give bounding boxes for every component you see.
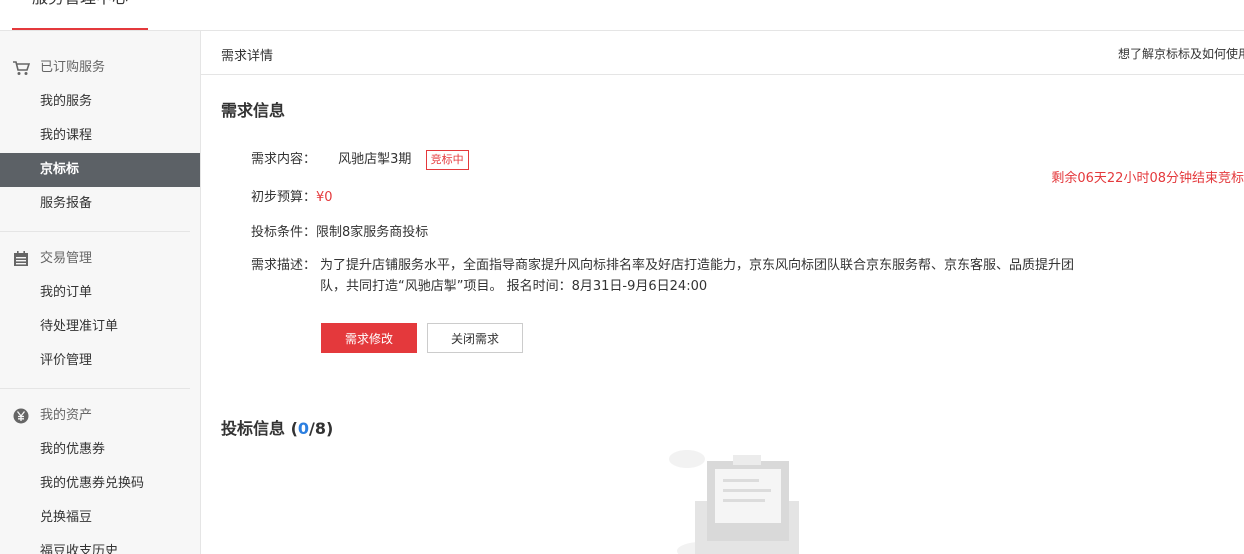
condition-row: 投标条件：限制8家服务商投标 <box>251 221 428 240</box>
content-row: 需求内容： 风驰店掣3期 竞标中 <box>251 148 469 170</box>
app-title: 服务管理中心 <box>32 0 128 8</box>
sidebar-item-service-report[interactable]: 服务报备 <box>0 187 200 221</box>
condition-value: 限制8家服务商投标 <box>316 225 429 240</box>
section-title: 需求信息 <box>221 101 286 120</box>
yen-icon <box>13 408 29 424</box>
sidebar: 已订购服务 我的服务 我的课程 京标标 服务报备 交易管理 我的订单 待处理准订… <box>0 31 201 554</box>
bid-total: /8) <box>309 419 334 438</box>
budget-label: 初步预算： <box>251 190 317 205</box>
divider <box>0 388 190 389</box>
sidebar-group-trade: 交易管理 我的订单 待处理准订单 评价管理 <box>0 242 200 389</box>
bid-section-title: 投标信息 (0/8) <box>221 419 334 438</box>
description-value: 为了提升店铺服务水平，全面指导商家提升风向标排名率及好店打造能力，京东风向标团队… <box>320 258 1075 294</box>
sidebar-item-my-services[interactable]: 我的服务 <box>0 85 200 119</box>
sidebar-item-pending-orders[interactable]: 待处理准订单 <box>0 310 200 344</box>
budget-value: ¥0 <box>316 190 333 205</box>
sidebar-item-exchange-beans[interactable]: 兑换福豆 <box>0 501 200 535</box>
sidebar-group-title: 交易管理 <box>0 242 200 276</box>
breadcrumb-bar: 需求详情 想了解京标标及如何使用 <box>201 31 1244 75</box>
sidebar-group-assets: 我的资产 我的优惠券 我的优惠券兑换码 兑换福豆 福豆收支历史 <box>0 399 200 554</box>
description-row: 需求描述： 为了提升店铺服务水平，全面指导商家提升风向标排名率及好店打造能力，京… <box>251 255 1091 297</box>
content-value: 风驰店掣3期 <box>338 152 412 167</box>
bid-count: 0 <box>297 419 310 438</box>
divider <box>0 231 190 232</box>
content-label: 需求内容： <box>251 152 317 167</box>
edit-requirement-button[interactable]: 需求修改 <box>321 323 417 353</box>
sidebar-item-my-orders[interactable]: 我的订单 <box>0 276 200 310</box>
sidebar-group-title: 我的资产 <box>0 399 200 433</box>
brand-tab[interactable]: 服务管理中心 <box>12 0 148 30</box>
empty-document-icon <box>669 450 799 554</box>
countdown-text: 剩余06天22小时08分钟结束竞标 <box>1051 171 1244 186</box>
sidebar-item-coupon-codes[interactable]: 我的优惠券兑换码 <box>0 467 200 501</box>
sidebar-group-title: 已订购服务 <box>0 51 200 85</box>
status-badge: 竞标中 <box>425 149 469 170</box>
sidebar-item-my-courses[interactable]: 我的课程 <box>0 119 200 153</box>
sidebar-item-coupons[interactable]: 我的优惠券 <box>0 433 200 467</box>
main-content: 需求详情 想了解京标标及如何使用 需求信息 需求内容： 风驰店掣3期 竞标中 剩… <box>201 31 1244 554</box>
cart-icon <box>13 61 30 75</box>
sidebar-group-subscribed: 已订购服务 我的服务 我的课程 京标标 服务报备 <box>0 51 200 232</box>
top-bar: 服务管理中心 <box>0 0 1244 31</box>
breadcrumb: 需求详情 <box>221 49 274 64</box>
sidebar-item-bean-history[interactable]: 福豆收支历史 <box>0 535 200 554</box>
description-label: 需求描述： <box>251 258 317 273</box>
close-requirement-button[interactable]: 关闭需求 <box>427 323 523 353</box>
calendar-icon <box>14 251 28 266</box>
sidebar-item-jingbiaobiao[interactable]: 京标标 <box>0 153 200 187</box>
sidebar-item-reviews[interactable]: 评价管理 <box>0 344 200 378</box>
help-link[interactable]: 想了解京标标及如何使用 <box>1118 45 1244 62</box>
condition-label: 投标条件： <box>251 225 317 240</box>
budget-row: 初步预算：¥0 <box>251 186 333 205</box>
